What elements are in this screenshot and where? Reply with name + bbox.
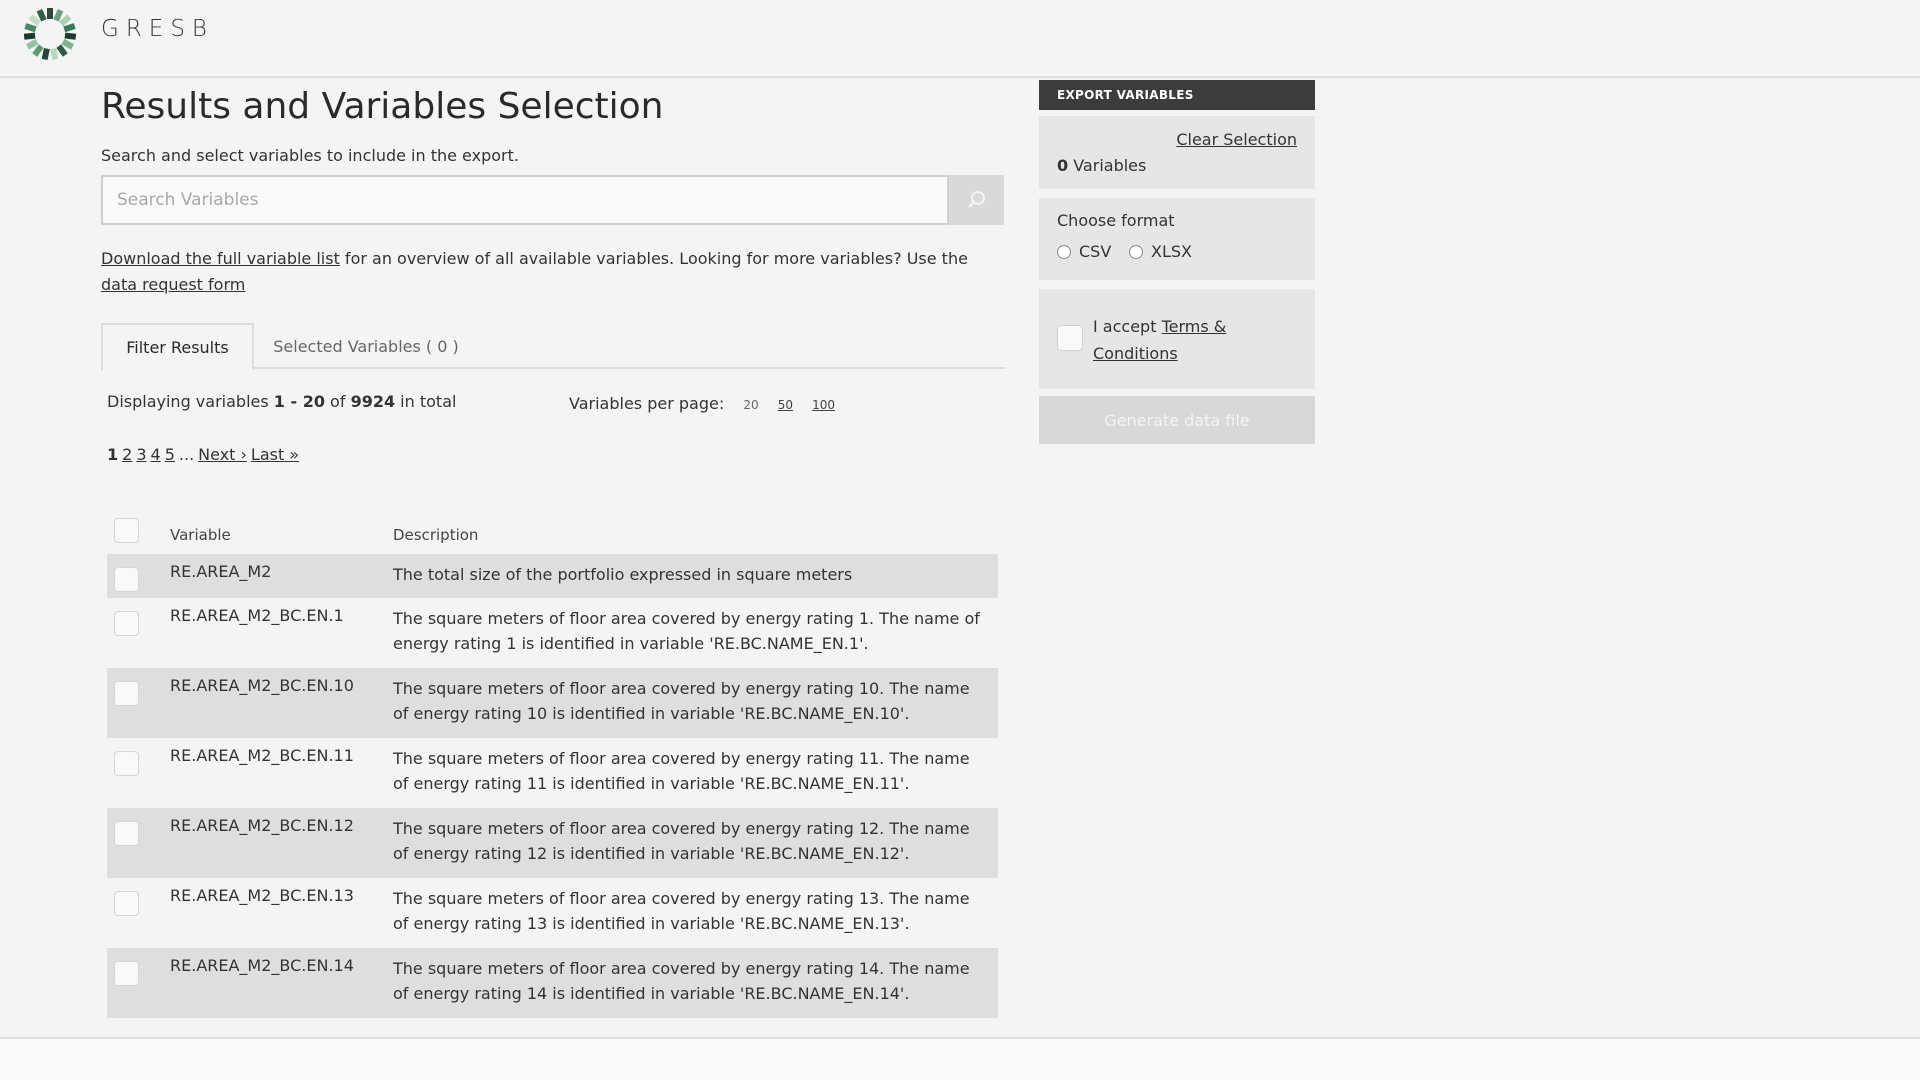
pagination: 1 2 3 4 5... Next › Last »: [107, 445, 303, 464]
terms-acceptance: I accept Terms & Conditions: [1039, 289, 1315, 389]
format-label: Choose format: [1057, 211, 1175, 230]
tab-selected-variables[interactable]: Selected Variables ( 0 ): [266, 323, 466, 369]
row-checkbox[interactable]: [114, 681, 139, 706]
accept-terms-checkbox[interactable]: [1057, 325, 1083, 351]
table-row[interactable]: RE.AREA_M2_BC.EN.11 The square meters of…: [107, 738, 998, 808]
results-tabs: Filter Results Selected Variables ( 0 ): [101, 323, 1005, 371]
table-row[interactable]: RE.AREA_M2 The total size of the portfol…: [107, 554, 998, 598]
per-page-selector: Variables per page: 20 50 100: [569, 394, 835, 413]
page-ellipsis: ...: [178, 445, 195, 464]
per-page-option-50[interactable]: 50: [778, 398, 793, 412]
radio-dot[interactable]: [1129, 244, 1143, 259]
info-text-body: for an overview of all available variabl…: [339, 249, 968, 268]
row-variable: RE.AREA_M2_BC.EN.10: [170, 676, 354, 695]
variables-table: Variable Description RE.AREA_M2 The tota…: [107, 514, 998, 1018]
selection-summary: Clear Selection 0 Variables: [1039, 116, 1315, 189]
row-description: The square meters of floor area covered …: [393, 819, 970, 863]
tab-filter-results[interactable]: Filter Results: [101, 323, 254, 371]
select-all-checkbox[interactable]: [114, 518, 139, 543]
display-of: of: [324, 392, 351, 411]
last-page-link[interactable]: Last »: [251, 445, 299, 464]
row-checkbox[interactable]: [114, 611, 139, 636]
table-row[interactable]: RE.AREA_M2_BC.EN.13 The square meters of…: [107, 878, 998, 948]
download-variable-list-link[interactable]: Download the full variable list: [101, 249, 340, 268]
display-prefix: Displaying variables: [107, 392, 274, 411]
search-icon: [967, 191, 985, 208]
page-5[interactable]: 5: [165, 445, 175, 464]
per-page-label: Variables per page:: [569, 394, 725, 413]
selected-count-label: Variables: [1068, 156, 1147, 175]
terms-prefix: I accept: [1093, 317, 1162, 336]
table-row[interactable]: RE.AREA_M2_BC.EN.14 The square meters of…: [107, 948, 998, 1018]
row-variable: RE.AREA_M2_BC.EN.13: [170, 886, 354, 905]
column-header-description: Description: [393, 526, 479, 544]
row-description: The total size of the portfolio expresse…: [393, 565, 853, 584]
row-description: The square meters of floor area covered …: [393, 609, 980, 653]
row-description: The square meters of floor area covered …: [393, 959, 970, 1003]
format-csv-label: CSV: [1079, 242, 1112, 261]
display-total: 9924: [350, 392, 396, 411]
page-1[interactable]: 1: [107, 445, 118, 464]
display-suffix: in total: [395, 392, 457, 411]
row-variable: RE.AREA_M2: [170, 562, 272, 581]
search-button[interactable]: [949, 175, 1004, 225]
table-row[interactable]: RE.AREA_M2_BC.EN.10 The square meters of…: [107, 668, 998, 738]
header: GRESB: [0, 0, 1920, 78]
data-request-form-link[interactable]: data request form: [101, 275, 245, 294]
row-checkbox[interactable]: [114, 821, 139, 846]
clear-selection-link[interactable]: Clear Selection: [1176, 130, 1297, 149]
table-row[interactable]: RE.AREA_M2_BC.EN.12 The square meters of…: [107, 808, 998, 878]
selected-count: 0 Variables: [1057, 156, 1146, 175]
row-description: The square meters of floor area covered …: [393, 889, 970, 933]
row-checkbox[interactable]: [114, 567, 139, 592]
search-input[interactable]: [101, 175, 949, 225]
info-text: Download the full variable list for an o…: [101, 246, 1005, 298]
row-checkbox[interactable]: [114, 751, 139, 776]
row-description: The square meters of floor area covered …: [393, 749, 970, 793]
brand-name: GRESB: [101, 16, 214, 42]
export-panel-title: EXPORT VARIABLES: [1039, 80, 1315, 110]
row-variable: RE.AREA_M2_BC.EN.11: [170, 746, 354, 765]
row-variable: RE.AREA_M2_BC.EN.14: [170, 956, 354, 975]
radio-dot[interactable]: [1057, 244, 1071, 259]
row-variable: RE.AREA_M2_BC.EN.1: [170, 606, 344, 625]
next-page-link[interactable]: Next ›: [198, 445, 247, 464]
row-variable: RE.AREA_M2_BC.EN.12: [170, 816, 354, 835]
column-header-variable: Variable: [170, 526, 231, 544]
table-header: Variable Description: [107, 514, 998, 554]
format-xlsx-radio[interactable]: XLSX: [1129, 242, 1192, 261]
search-bar: [101, 175, 1004, 225]
row-checkbox[interactable]: [114, 961, 139, 986]
format-chooser: Choose format CSV XLSX: [1039, 198, 1315, 280]
per-page-option-20[interactable]: 20: [743, 398, 758, 412]
page-subtitle: Search and select variables to include i…: [101, 146, 519, 165]
selected-count-number: 0: [1057, 156, 1069, 175]
page-2[interactable]: 2: [122, 445, 132, 464]
table-row[interactable]: RE.AREA_M2_BC.EN.1 The square meters of …: [107, 598, 998, 668]
format-xlsx-label: XLSX: [1151, 242, 1192, 261]
viewport-bottom-area: [0, 1039, 1920, 1080]
page-4[interactable]: 4: [151, 445, 161, 464]
display-range: 1 - 20: [273, 392, 325, 411]
row-description: The square meters of floor area covered …: [393, 679, 970, 723]
format-csv-radio[interactable]: CSV: [1057, 242, 1111, 261]
per-page-option-100[interactable]: 100: [812, 398, 835, 412]
page-3[interactable]: 3: [136, 445, 146, 464]
page-title: Results and Variables Selection: [101, 86, 664, 127]
generate-data-file-button[interactable]: Generate data file: [1039, 396, 1315, 444]
gresb-logo-icon[interactable]: [23, 7, 77, 61]
display-count: Displaying variables 1 - 20 of 9924 in t…: [107, 392, 456, 411]
terms-text: I accept Terms & Conditions: [1093, 313, 1293, 367]
row-checkbox[interactable]: [114, 891, 139, 916]
